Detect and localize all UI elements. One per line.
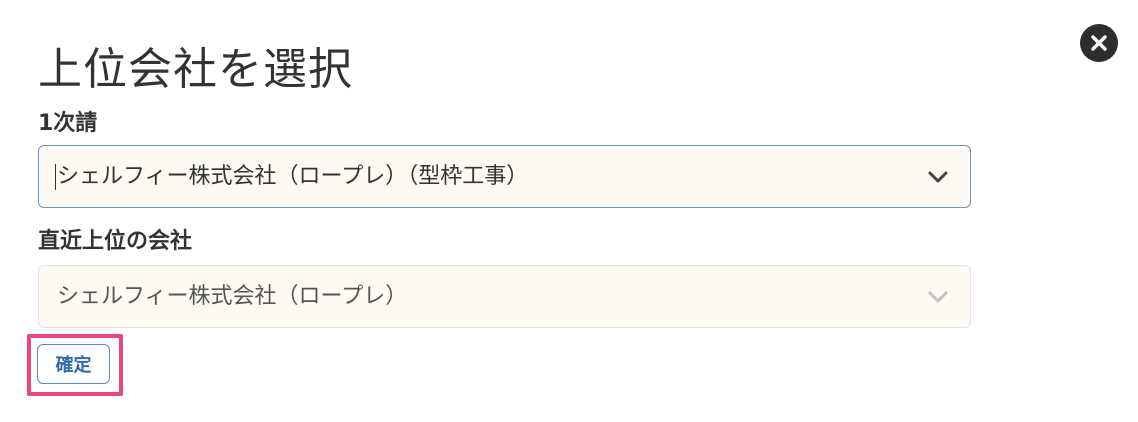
close-icon <box>1091 35 1107 51</box>
parent-company-value: シェルフィー株式会社（ロープレ） <box>57 283 408 309</box>
primary-contractor-label: 1次請 <box>38 111 98 136</box>
chevron-down-icon <box>928 291 948 302</box>
text-cursor <box>55 164 56 190</box>
page-title: 上位会社を選択 <box>38 44 353 95</box>
parent-company-select[interactable]: シェルフィー株式会社（ロープレ） <box>38 265 971 328</box>
close-button[interactable] <box>1080 24 1118 62</box>
parent-company-label: 直近上位の会社 <box>38 229 193 254</box>
primary-contractor-value: シェルフィー株式会社（ロープレ）（型枠工事） <box>57 163 529 189</box>
chevron-down-icon <box>928 171 948 182</box>
confirm-button[interactable]: 確定 <box>37 344 110 384</box>
primary-contractor-select[interactable]: シェルフィー株式会社（ロープレ）（型枠工事） <box>38 145 971 208</box>
